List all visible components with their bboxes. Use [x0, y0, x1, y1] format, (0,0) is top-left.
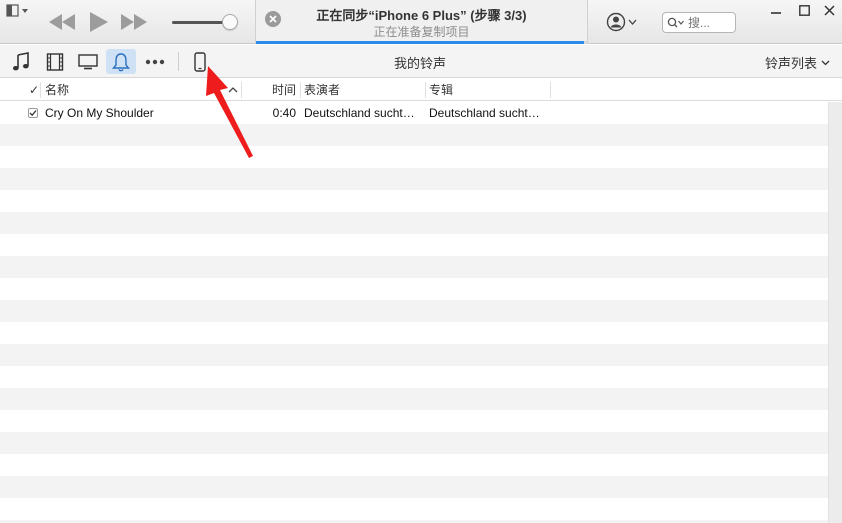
volume-knob[interactable] [222, 14, 238, 30]
empty-row [0, 322, 828, 344]
app-menu-button[interactable] [6, 4, 32, 18]
sort-ascending-icon[interactable] [228, 87, 238, 93]
account-button[interactable] [606, 11, 640, 33]
empty-row [0, 476, 828, 498]
empty-row [0, 432, 828, 454]
empty-row [0, 146, 828, 168]
cell-time: 0:40 [272, 106, 296, 120]
tones-table: Cry On My Shoulder 0:40 Deutschland such… [0, 102, 828, 523]
checkmark-icon [29, 110, 37, 117]
column-artist[interactable]: 表演者 [304, 79, 340, 101]
volume-slider[interactable] [170, 12, 240, 32]
column-check[interactable]: ✓ [29, 79, 39, 101]
minimize-icon [771, 12, 781, 14]
iphone-icon [194, 51, 206, 72]
sync-title: 正在同步“iPhone 6 Plus” (步骤 3/3) [316, 8, 527, 23]
minimize-button[interactable] [762, 0, 790, 20]
maximize-icon [798, 4, 810, 16]
bell-icon [112, 52, 130, 71]
tones-tab[interactable] [106, 49, 136, 74]
table-header: ✓ 名称 时间 表演者 专辑 [0, 79, 842, 101]
empty-row [0, 168, 828, 190]
search-box[interactable] [662, 12, 736, 33]
page-title: 我的铃声 [393, 56, 446, 71]
sync-subtitle: 正在准备复制项目 [373, 25, 470, 39]
empty-row [0, 410, 828, 432]
empty-row [0, 212, 828, 234]
transport-controls [44, 8, 152, 36]
cell-artist: Deutschland sucht… [304, 106, 415, 120]
music-tab[interactable] [6, 49, 36, 74]
tones-list-menu[interactable]: 铃声列表 [765, 53, 830, 72]
sync-progress-bar [256, 41, 587, 44]
movies-tab[interactable] [40, 49, 70, 74]
media-navbar: 我的铃声 铃声列表 [0, 45, 842, 78]
top-toolbar: 正在同步“iPhone 6 Plus” (步骤 3/3) 正在准备复制项目 [0, 0, 842, 44]
vertical-scrollbar[interactable] [828, 102, 842, 523]
column-divider [40, 82, 41, 98]
fast-forward-icon [121, 14, 147, 30]
maximize-button[interactable] [790, 0, 818, 20]
rewind-icon [49, 14, 75, 30]
empty-row [0, 190, 828, 212]
column-name[interactable]: 名称 [45, 79, 235, 101]
empty-row [0, 388, 828, 410]
more-tab[interactable] [140, 49, 170, 74]
column-divider [425, 82, 426, 98]
search-input[interactable] [688, 15, 732, 30]
search-icon [667, 17, 684, 27]
column-name-label: 名称 [45, 83, 70, 97]
music-note-icon [13, 51, 29, 70]
empty-row [0, 300, 828, 322]
device-button[interactable] [185, 49, 215, 74]
empty-row [0, 366, 828, 388]
previous-button[interactable] [44, 8, 80, 36]
empty-row [0, 278, 828, 300]
app-menu-icon [6, 4, 28, 17]
next-button[interactable] [116, 8, 152, 36]
column-time[interactable]: 时间 [242, 79, 296, 101]
account-icon [606, 12, 637, 32]
empty-row [0, 234, 828, 256]
cell-name: Cry On My Shoulder [45, 106, 154, 120]
play-button[interactable] [80, 8, 116, 36]
column-album[interactable]: 专辑 [429, 79, 453, 101]
close-window-button[interactable] [815, 0, 842, 20]
column-divider [300, 82, 301, 98]
row-checkbox[interactable] [28, 108, 38, 118]
tones-list-label: 铃声列表 [764, 56, 817, 71]
empty-row [0, 454, 828, 476]
film-icon [46, 52, 64, 71]
play-icon [90, 12, 108, 32]
navbar-divider [178, 52, 179, 71]
empty-row [0, 124, 828, 146]
cell-album: Deutschland sucht… [429, 106, 540, 120]
status-display: 正在同步“iPhone 6 Plus” (步骤 3/3) 正在准备复制项目 [255, 0, 588, 44]
tv-tab[interactable] [73, 49, 103, 74]
empty-row [0, 498, 828, 520]
more-icon [145, 59, 165, 64]
close-window-icon [823, 4, 835, 16]
column-divider [550, 82, 551, 98]
tv-icon [78, 53, 98, 69]
sync-progress-fill [256, 41, 584, 44]
chevron-down-icon [821, 60, 830, 65]
table-row[interactable]: Cry On My Shoulder 0:40 Deutschland such… [0, 102, 828, 124]
empty-row [0, 256, 828, 278]
empty-row [0, 344, 828, 366]
